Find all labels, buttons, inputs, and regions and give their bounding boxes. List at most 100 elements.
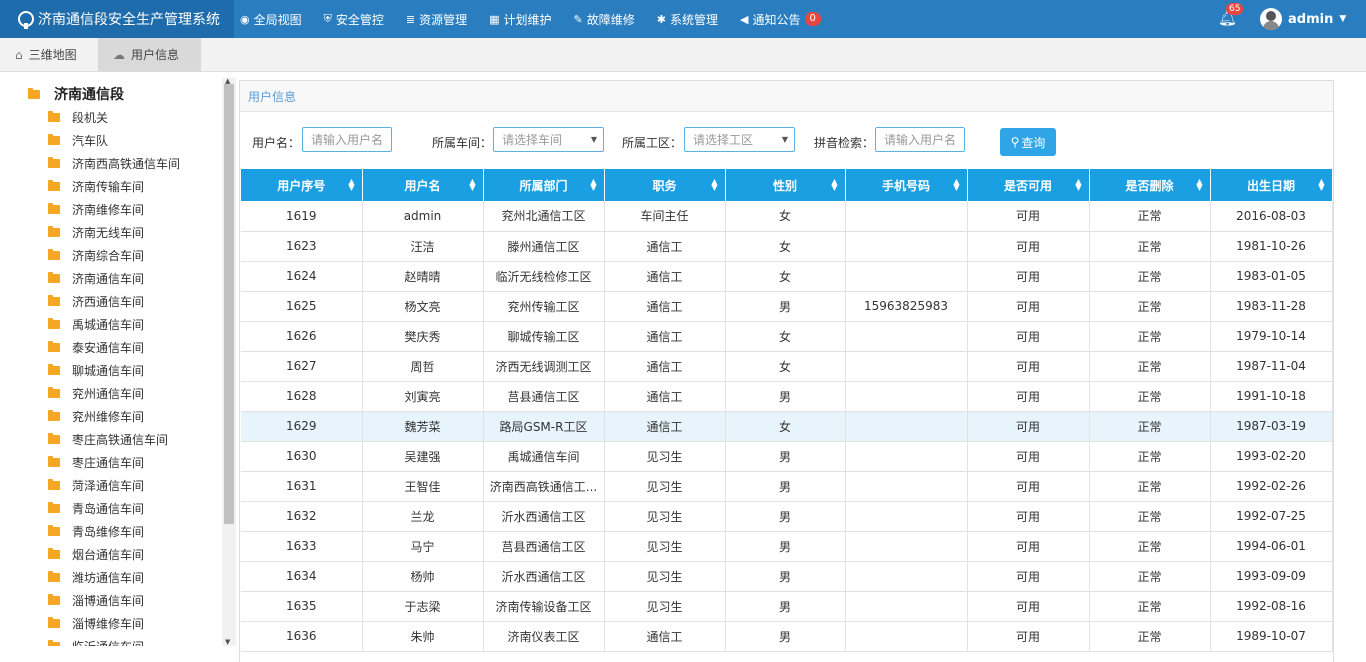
tree-item[interactable]: 济西通信车间 <box>48 290 223 313</box>
table-row[interactable]: 1625 杨文亮 兖州传输工区 通信工男 15963825983 可用 正常 1983-11-… <box>241 291 1333 322</box>
folder-icon <box>48 249 60 260</box>
column-header-label: 性别 <box>772 178 797 193</box>
table-row[interactable]: 1628 刘寅亮 莒县通信工区 通信工男 可用 正常 1991-10-18 <box>241 381 1333 412</box>
tree-item[interactable]: 淄博维修车间 <box>48 612 223 635</box>
tree-root[interactable]: 济南通信段 <box>28 84 124 104</box>
tree-item[interactable]: 泰安通信车间 <box>48 336 223 359</box>
tree-item[interactable]: 济南通信车间 <box>48 267 223 290</box>
tree-item[interactable]: 聊城通信车间 <box>48 359 223 382</box>
nav-item-calendar[interactable]: ▦ 计划维护 <box>489 11 551 28</box>
home-icon: ⌂ <box>15 47 23 62</box>
sort-icon[interactable]: ▲ ▼ <box>1318 178 1324 192</box>
notification-count: 65 <box>1226 3 1244 15</box>
tab-user-info[interactable]: ☁ 用户信息 <box>98 38 201 71</box>
scrollbar-thumb[interactable] <box>224 84 234 524</box>
tree-item[interactable]: 汽车队 <box>48 129 223 152</box>
tree-item[interactable]: 临沂通信车间 <box>48 635 223 646</box>
tree-item[interactable]: 禹城通信车间 <box>48 313 223 336</box>
table-row[interactable]: 1634 杨帅 沂水西通信工区 见习生男 可用 正常 1993-09-09 <box>241 561 1333 592</box>
table-cell: 沂水西通信工区 <box>483 561 605 592</box>
tree-item[interactable]: 济南西高铁通信车间 <box>48 152 223 175</box>
tree-item[interactable]: 济南无线车间 <box>48 221 223 244</box>
table-cell: 正常 <box>1089 381 1211 412</box>
column-header[interactable]: 职务 ▲ ▼ <box>604 169 726 201</box>
table-row[interactable]: 1632 兰龙 沂水西通信工区 见习生男 可用 正常 1992-07-25 <box>241 501 1333 532</box>
table-row[interactable]: 1636 朱帅 济南仪表工区 通信工男 可用 正常 1989-10-07 <box>241 621 1333 652</box>
table-cell: 1623 <box>241 231 363 262</box>
tree-item[interactable]: 兖州通信车间 <box>48 382 223 405</box>
sort-icon[interactable]: ▲ ▼ <box>1075 178 1081 192</box>
tree-item[interactable]: 济南维修车间 <box>48 198 223 221</box>
table-cell: 1636 <box>241 621 363 652</box>
nav-item-wrench[interactable]: ✎ 故障维修 <box>574 11 635 28</box>
tree-item[interactable]: 济南综合车间 <box>48 244 223 267</box>
tree-item[interactable]: 枣庄高铁通信车间 <box>48 428 223 451</box>
app-brand[interactable]: 济南通信段安全生产管理系统 <box>0 0 234 38</box>
scroll-down-icon[interactable]: ▼ <box>225 638 230 646</box>
table-row[interactable]: 1624 赵晴晴 临沂无线检修工区 通信工女 可用 正常 1983-01-05 <box>241 261 1333 292</box>
column-header[interactable]: 性别 ▲ ▼ <box>725 169 846 201</box>
nav-item-speaker[interactable]: ◀ 通知公告 0 <box>740 11 821 28</box>
column-header[interactable]: 是否删除 ▲ ▼ <box>1089 169 1211 201</box>
folder-icon <box>48 203 60 214</box>
folder-icon <box>48 226 60 237</box>
tab-3d-map[interactable]: ⌂ 三维地图 <box>0 38 98 71</box>
table-row[interactable]: 1623 汪洁 滕州通信工区 通信工女 可用 正常 1981-10-26 <box>241 231 1333 262</box>
nav-item-globe[interactable]: ◉ 全局视图 <box>240 11 302 28</box>
user-menu[interactable]: admin ▼ <box>1260 8 1346 30</box>
tree-item[interactable]: 段机关 <box>48 106 223 129</box>
folder-icon <box>48 410 60 421</box>
column-header[interactable]: 是否可用 ▲ ▼ <box>967 169 1090 201</box>
column-header[interactable]: 手机号码 ▲ ▼ <box>845 169 968 201</box>
column-header[interactable]: 所属部门 ▲ ▼ <box>483 169 605 201</box>
tree-item[interactable]: 兖州维修车间 <box>48 405 223 428</box>
tree-item[interactable]: 枣庄通信车间 <box>48 451 223 474</box>
tree-item-label: 泰安通信车间 <box>72 341 145 355</box>
table-row[interactable]: 1631 王智佳 济南西高铁通信工... 见习生男 可用 正常 1992-02-26 <box>241 471 1333 502</box>
tree-item[interactable]: 济南传输车间 <box>48 175 223 198</box>
table-row[interactable]: 1635 于志梁 济南传输设备工区 见习生男 可用 正常 1992-08-16 <box>241 591 1333 622</box>
sort-icon[interactable]: ▲ ▼ <box>711 178 717 192</box>
sort-icon[interactable]: ▲ ▼ <box>590 178 596 192</box>
sort-icon[interactable]: ▲ ▼ <box>831 178 837 192</box>
tree-item[interactable]: 菏泽通信车间 <box>48 474 223 497</box>
table-cell <box>845 471 968 502</box>
username-input[interactable]: 请输入用户名 <box>302 127 392 152</box>
table-row[interactable]: 1626 樊庆秀 聊城传输工区 通信工女 可用 正常 1979-10-14 <box>241 321 1333 352</box>
table-row[interactable]: 1633 马宁 莒县西通信工区 见习生男 可用 正常 1994-06-01 <box>241 531 1333 562</box>
tree-item-label: 淄博维修车间 <box>72 617 145 631</box>
tree-item[interactable]: 烟台通信车间 <box>48 543 223 566</box>
nav-item-shield[interactable]: ⛨ 安全管控 <box>324 11 384 28</box>
query-button[interactable]: ⚲ 查询 <box>1000 128 1056 156</box>
sort-icon[interactable]: ▲ ▼ <box>348 178 354 192</box>
column-header[interactable]: 出生日期 ▲ ▼ <box>1210 169 1333 201</box>
table-row[interactable]: 1629 魏芳菜 路局GSM-R工区 通信工女 可用 正常 1987-03-19 <box>241 411 1333 442</box>
tree-item[interactable]: 青岛通信车间 <box>48 497 223 520</box>
app-title: 济南通信段安全生产管理系统 <box>38 12 220 28</box>
column-header[interactable]: 用户名 ▲ ▼ <box>362 169 484 201</box>
sort-icon[interactable]: ▲ ▼ <box>469 178 475 192</box>
tree-item-label: 枣庄通信车间 <box>72 456 145 470</box>
workshop-select[interactable]: 请选择车间 ▼ <box>493 127 604 152</box>
tree-item[interactable]: 淄博通信车间 <box>48 589 223 612</box>
table-row[interactable]: 1627 周哲 济西无线调测工区 通信工女 可用 正常 1987-11-04 <box>241 351 1333 382</box>
pinyin-input[interactable]: 请输入用户名 <box>875 127 965 152</box>
area-placeholder: 请选择工区 <box>693 133 754 147</box>
tree-item[interactable]: 潍坊通信车间 <box>48 566 223 589</box>
nav-item-database[interactable]: ≣ 资源管理 <box>406 11 467 28</box>
filter-bar: 用户名： 请输入用户名 所属车间： 请选择车间 ▼ 所属工区： 请选择工区 ▼ … <box>240 127 1333 157</box>
column-header-label: 所属部门 <box>519 178 568 193</box>
tree-item-label: 济南维修车间 <box>72 203 145 217</box>
nav-item-gear[interactable]: ✱ 系统管理 <box>657 11 718 28</box>
table-row[interactable]: 1630 吴建强 禹城通信车间 见习生男 可用 正常 1993-02-20 <box>241 441 1333 472</box>
table-row[interactable]: 1619 admin 兖州北通信工区 车间主任女 可用 正常 2016-08-03 <box>241 201 1333 232</box>
sort-icon[interactable]: ▲ ▼ <box>1196 178 1202 192</box>
table-cell: 15963825983 <box>845 291 968 322</box>
wrench-icon: ✎ <box>573 12 583 26</box>
sidebar-scrollbar[interactable]: ▲ ▼ <box>222 77 236 646</box>
area-select[interactable]: 请选择工区 ▼ <box>684 127 795 152</box>
sort-icon[interactable]: ▲ ▼ <box>953 178 959 192</box>
tree-item[interactable]: 青岛维修车间 <box>48 520 223 543</box>
table-cell: 1992-08-16 <box>1210 591 1333 622</box>
column-header[interactable]: 用户序号 ▲ ▼ <box>241 169 363 201</box>
